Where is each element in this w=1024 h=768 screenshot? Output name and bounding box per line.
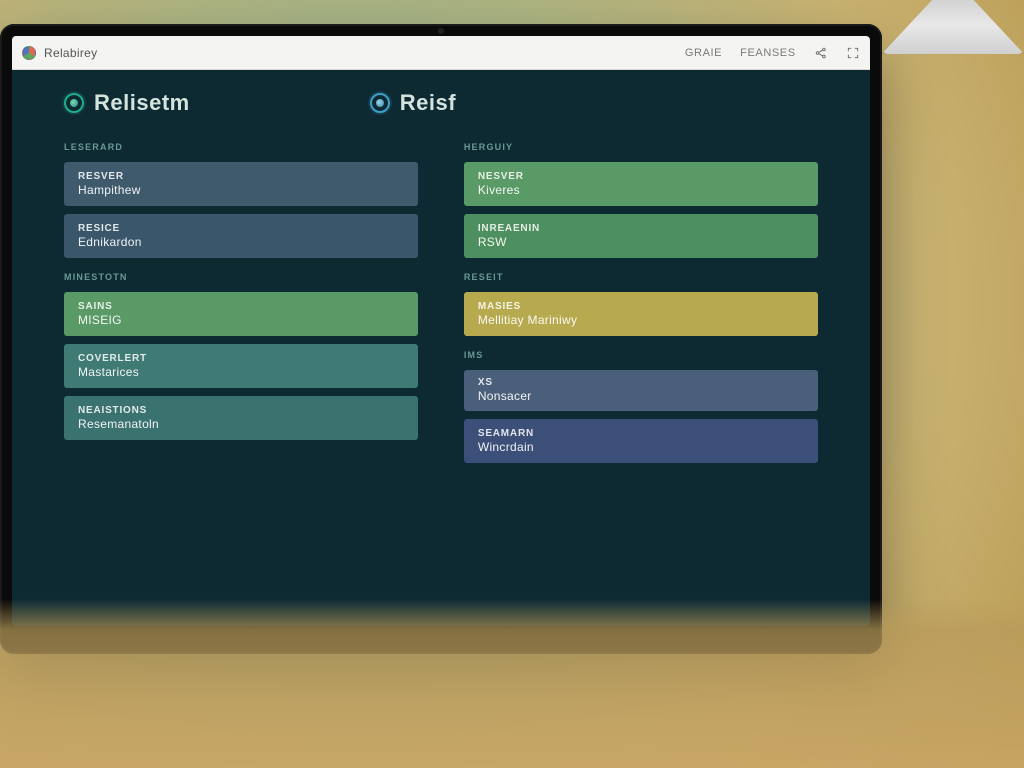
card-nesver[interactable]: Nesver Kiveres bbox=[464, 162, 818, 206]
screen: Relabirey GRAIE FEANSES Relisetm bbox=[12, 36, 870, 626]
share-icon[interactable] bbox=[814, 46, 828, 60]
card-sub: Mellitiay Mariniwy bbox=[478, 313, 804, 327]
target-icon bbox=[370, 93, 390, 113]
card-heading: Seamarn bbox=[478, 428, 804, 439]
card-sub: Kiveres bbox=[478, 183, 804, 197]
card-sub: Hampithew bbox=[78, 183, 404, 197]
card-sains[interactable]: SAINS MISEIG bbox=[64, 292, 418, 336]
card-resice[interactable]: Resice Ednikardon bbox=[64, 214, 418, 258]
card-masies[interactable]: MASIES Mellitiay Mariniwy bbox=[464, 292, 818, 336]
card-heading: Coverlert bbox=[78, 353, 404, 364]
card-seamarn[interactable]: Seamarn Wincrdain bbox=[464, 419, 818, 463]
tab-label-primary: Relisetm bbox=[94, 90, 190, 116]
card-coverlert[interactable]: Coverlert Mastarices bbox=[64, 344, 418, 388]
tab-reisf[interactable]: Reisf bbox=[370, 90, 456, 116]
card-heading: Neaistions bbox=[78, 405, 404, 416]
section-label: RESEIT bbox=[464, 272, 818, 282]
browser-toolbar: Relabirey GRAIE FEANSES bbox=[12, 36, 870, 70]
card-heading: Resver bbox=[78, 171, 404, 182]
expand-icon[interactable] bbox=[846, 46, 860, 60]
section-label: HERGUIY bbox=[464, 142, 818, 152]
card-heading: Nesver bbox=[478, 171, 804, 182]
column-right: HERGUIY Nesver Kiveres Inreaenin RSW RES… bbox=[464, 136, 818, 463]
card-sub: Resemanatoln bbox=[78, 417, 404, 431]
section-label: LESERARD bbox=[64, 142, 418, 152]
webcam bbox=[438, 28, 444, 34]
card-sub: MISEIG bbox=[78, 313, 404, 327]
tab-label-secondary: Reisf bbox=[400, 90, 456, 116]
card-heading: XS bbox=[478, 377, 804, 388]
card-sub: Wincrdain bbox=[478, 440, 804, 454]
card-sub: RSW bbox=[478, 235, 804, 249]
monitor-stand bbox=[882, 0, 1024, 54]
nav-link-graie[interactable]: GRAIE bbox=[685, 47, 722, 59]
card-sub: Ednikardon bbox=[78, 235, 404, 249]
card-heading: SAINS bbox=[78, 301, 404, 312]
card-heading: Inreaenin bbox=[478, 223, 804, 234]
card-neaistions[interactable]: Neaistions Resemanatoln bbox=[64, 396, 418, 440]
tab-row: Relisetm Reisf bbox=[64, 90, 818, 116]
page-title: Relabirey bbox=[44, 46, 97, 60]
favicon-icon bbox=[22, 46, 36, 60]
card-xs[interactable]: XS Nonsacer bbox=[464, 370, 818, 411]
dashboard-content: Relisetm Reisf LESERARD Resver Hampithew bbox=[12, 70, 870, 626]
monitor-frame: Relabirey GRAIE FEANSES Relisetm bbox=[0, 24, 882, 654]
column-left: LESERARD Resver Hampithew Resice Ednikar… bbox=[64, 136, 418, 463]
section-label: MINESTOTN bbox=[64, 272, 418, 282]
section-label: IMS bbox=[464, 350, 818, 360]
card-sub: Mastarices bbox=[78, 365, 404, 379]
target-icon bbox=[64, 93, 84, 113]
card-heading: Resice bbox=[78, 223, 404, 234]
card-resver[interactable]: Resver Hampithew bbox=[64, 162, 418, 206]
card-heading: MASIES bbox=[478, 301, 804, 312]
card-inreaenin[interactable]: Inreaenin RSW bbox=[464, 214, 818, 258]
tab-relisetm[interactable]: Relisetm bbox=[64, 90, 190, 116]
nav-link-feanses[interactable]: FEANSES bbox=[740, 47, 796, 59]
card-sub: Nonsacer bbox=[478, 389, 804, 403]
